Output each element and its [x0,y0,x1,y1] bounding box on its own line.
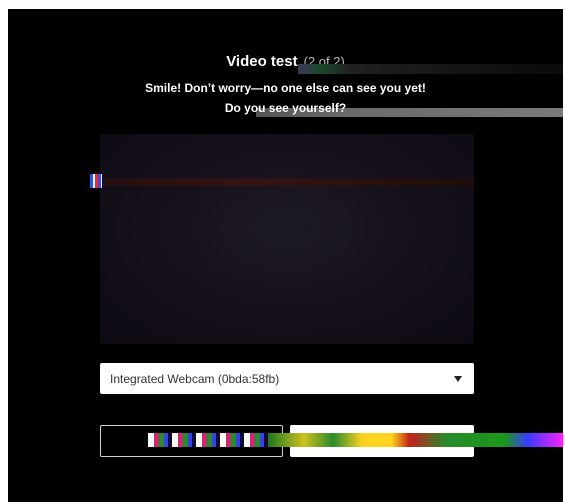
camera-select-value: Integrated Webcam (0bda:58fb) [110,371,280,386]
title-text: Video test [226,53,298,70]
glitch-artifact [298,64,563,74]
glitch-artifact [90,174,102,188]
glitch-artifact [268,433,563,447]
glitch-artifact [100,178,474,186]
dialog-subtitle: Smile! Don’t worry—no one else can see y… [145,81,426,95]
video-test-dialog: Video test (2 of 2) Smile! Don’t worry—no… [8,9,563,502]
webcam-preview [100,134,474,344]
dialog-question: Do you see yourself? [224,101,347,115]
camera-select[interactable]: Integrated Webcam (0bda:58fb) [100,363,474,394]
chevron-down-icon [454,375,462,382]
glitch-artifact [148,433,268,447]
